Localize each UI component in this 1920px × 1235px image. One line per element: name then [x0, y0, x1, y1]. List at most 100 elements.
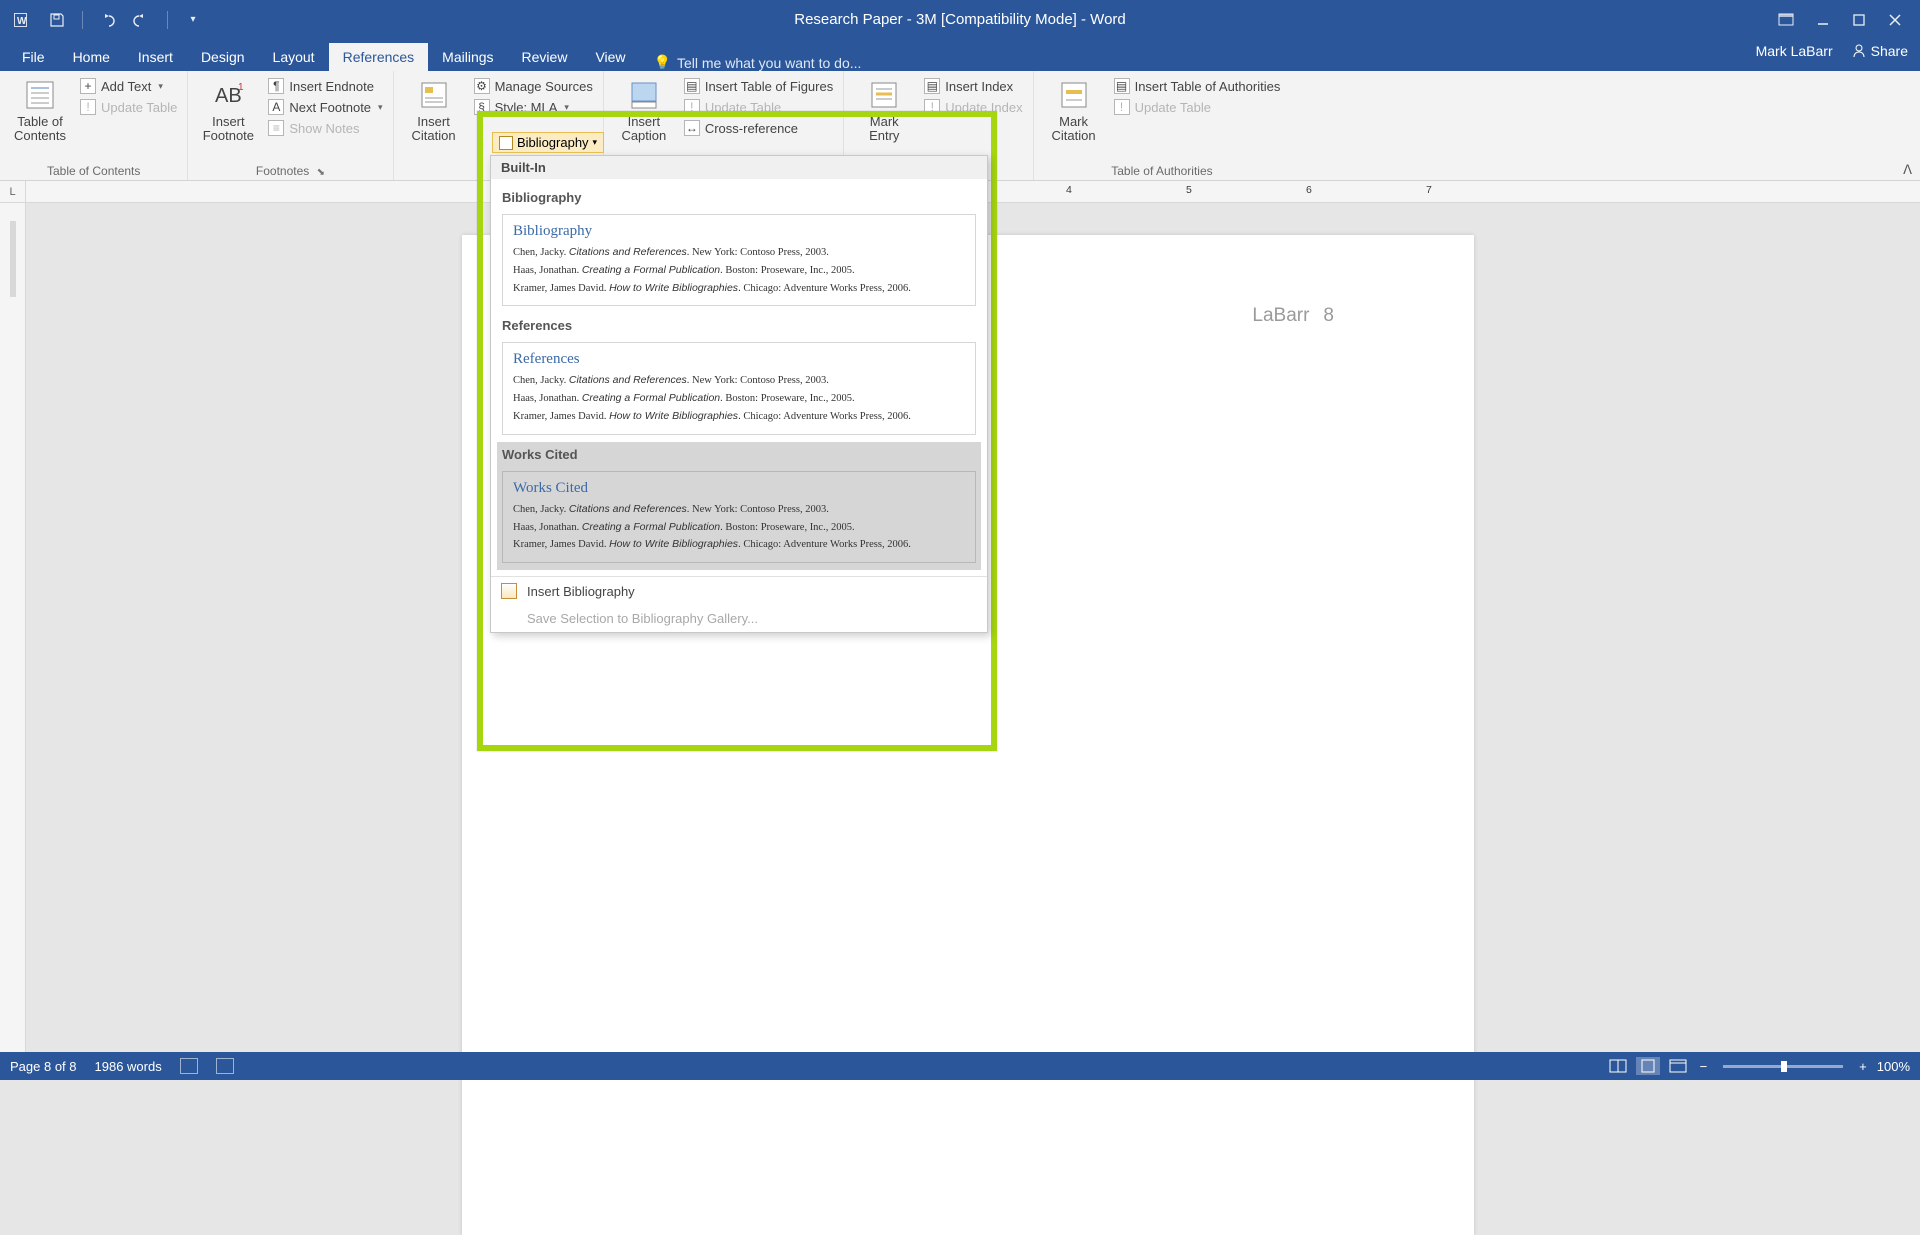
undo-icon[interactable] [95, 7, 121, 33]
bibliography-label: Bibliography [517, 135, 589, 150]
status-word-count[interactable]: 1986 words [95, 1059, 162, 1074]
status-bar: Page 8 of 8 1986 words − + 100% [0, 1052, 1920, 1080]
insert-caption-button[interactable]: Insert Caption [612, 75, 676, 162]
chevron-down-icon: ▾ [593, 137, 598, 148]
tab-layout[interactable]: Layout [259, 43, 329, 71]
zoom-level[interactable]: 100% [1877, 1059, 1910, 1074]
insert-citation-button[interactable]: Insert Citation [402, 75, 466, 162]
mark-entry-icon [866, 77, 902, 113]
redo-icon[interactable] [129, 7, 155, 33]
insert-table-of-figures-button[interactable]: ▤Insert Table of Figures [682, 77, 835, 95]
mark-entry-label: Mark Entry [869, 115, 899, 144]
zoom-out-button[interactable]: − [1696, 1059, 1712, 1074]
window-title: Research Paper - 3M [Compatibility Mode]… [794, 11, 1126, 28]
bibliography-option-references[interactable]: References ReferencesChen, Jacky. Citatio… [497, 313, 981, 441]
insert-index-icon: ▤ [924, 78, 940, 94]
group-footnotes: AB1 Insert Footnote ¶Insert Endnote ANex… [188, 71, 393, 180]
tell-me-search[interactable]: 💡 Tell me what you want to do... [640, 54, 862, 71]
update-toa-button[interactable]: !Update Table [1112, 98, 1283, 116]
update-icon: ! [1114, 99, 1130, 115]
zoom-in-button[interactable]: + [1855, 1059, 1871, 1074]
group-label-toc: Table of Contents [8, 162, 179, 180]
svg-text:1: 1 [238, 82, 244, 93]
maximize-icon[interactable] [1852, 13, 1866, 27]
citation-label: Insert Citation [412, 115, 456, 144]
manage-sources-button[interactable]: ⚙Manage Sources [472, 77, 595, 95]
tab-selector[interactable]: L [0, 181, 26, 203]
show-notes-button[interactable]: ≡Show Notes [266, 119, 384, 137]
tab-mailings[interactable]: Mailings [428, 43, 507, 71]
tab-view[interactable]: View [581, 43, 639, 71]
save-selection-gallery-menuitem[interactable]: Save Selection to Bibliography Gallery..… [491, 605, 987, 632]
gallery-preview: BibliographyChen, Jacky. Citations and R… [502, 214, 976, 306]
footnote-icon: AB1 [210, 77, 246, 113]
macro-icon[interactable] [216, 1058, 234, 1074]
signed-in-user[interactable]: Mark LaBarr [1756, 43, 1833, 59]
mark-entry-button[interactable]: Mark Entry [852, 75, 916, 162]
tab-review[interactable]: Review [508, 43, 582, 71]
next-footnote-button[interactable]: ANext Footnote▾ [266, 98, 384, 116]
vertical-ruler[interactable] [0, 203, 26, 1052]
add-text-button[interactable]: +Add Text▾ [78, 77, 179, 95]
update-toc-button[interactable]: !Update Table [78, 98, 179, 116]
cross-reference-button[interactable]: ↔Cross-reference [682, 119, 835, 137]
web-layout-button[interactable] [1666, 1057, 1690, 1075]
insert-endnote-button[interactable]: ¶Insert Endnote [266, 77, 384, 95]
group-toc: Table of Contents +Add Text▾ !Update Tab… [0, 71, 188, 180]
tab-design[interactable]: Design [187, 43, 259, 71]
share-icon [1851, 43, 1867, 59]
bibliography-option-works-cited[interactable]: Works CitedWorks CitedChen, Jacky. Citat… [497, 442, 981, 570]
status-page[interactable]: Page 8 of 8 [10, 1059, 77, 1074]
ruler-tick: 4 [1066, 184, 1072, 196]
tab-references[interactable]: References [329, 43, 429, 71]
ribbon-tabs: File Home Insert Design Layout Reference… [0, 39, 1920, 71]
spell-check-icon[interactable] [180, 1058, 198, 1074]
toa-icon: ▤ [1114, 78, 1130, 94]
bibliography-option-bibliography[interactable]: BibliographyBibliographyChen, Jacky. Cit… [497, 185, 981, 313]
endnote-icon: ¶ [268, 78, 284, 94]
print-layout-button[interactable] [1636, 1057, 1660, 1075]
tab-insert[interactable]: Insert [124, 43, 187, 71]
share-button[interactable]: Share [1851, 43, 1908, 59]
insert-bibliography-menuitem[interactable]: Insert Bibliography [491, 577, 987, 605]
gallery-option-title: References [498, 314, 980, 339]
mark-citation-button[interactable]: Mark Citation [1042, 75, 1106, 162]
insert-table-authorities-button[interactable]: ▤Insert Table of Authorities [1112, 77, 1283, 95]
insert-index-button[interactable]: ▤Insert Index [922, 77, 1024, 95]
update-index-button[interactable]: !Update Index [922, 98, 1024, 116]
zoom-slider[interactable] [1723, 1065, 1843, 1068]
ruler-tick: 7 [1426, 184, 1432, 196]
update-icon: ! [924, 99, 940, 115]
table-of-contents-button[interactable]: Table of Contents [8, 75, 72, 162]
save-icon[interactable] [44, 7, 70, 33]
toc-icon [22, 77, 58, 113]
bibliography-button[interactable]: Bibliography ▾ [492, 132, 604, 153]
collapse-ribbon-icon[interactable]: ᐱ [1903, 162, 1912, 178]
title-bar: W ▾ Research Paper - 3M [Compatibility M… [0, 0, 1920, 39]
gallery-preview: ReferencesChen, Jacky. Citations and Ref… [502, 342, 976, 434]
dialog-launcher-icon[interactable]: ⬊ [313, 167, 325, 178]
close-icon[interactable] [1888, 13, 1902, 27]
minimize-icon[interactable] [1816, 13, 1830, 27]
ribbon-display-icon[interactable] [1778, 13, 1794, 27]
insert-bibliography-icon [501, 583, 517, 599]
tof-icon: ▤ [684, 78, 700, 94]
lightbulb-icon: 💡 [654, 54, 671, 71]
toc-label: Table of Contents [14, 115, 66, 144]
group-label-footnotes: Footnotes ⬊ [196, 162, 384, 180]
insert-footnote-button[interactable]: AB1 Insert Footnote [196, 75, 260, 162]
svg-text:W: W [17, 16, 27, 27]
citation-style-button[interactable]: §Style: MLA▾ [472, 98, 595, 116]
header-page-number: 8 [1323, 305, 1334, 326]
tab-file[interactable]: File [8, 43, 59, 71]
window-controls [1778, 13, 1920, 27]
tell-me-placeholder: Tell me what you want to do... [677, 55, 861, 71]
update-captions-table-button[interactable]: !Update Table [682, 98, 835, 116]
header-surname: LaBarr [1252, 305, 1309, 326]
quick-access-toolbar: W ▾ [0, 7, 206, 33]
gallery-preview: Works CitedChen, Jacky. Citations and Re… [502, 471, 976, 563]
tab-home[interactable]: Home [59, 43, 124, 71]
qa-customize-icon[interactable]: ▾ [180, 7, 206, 33]
style-icon: § [474, 99, 490, 115]
read-mode-button[interactable] [1606, 1057, 1630, 1075]
